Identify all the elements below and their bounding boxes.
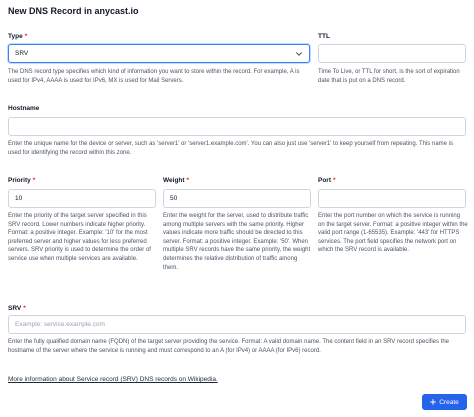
type-label: Type * [8,33,27,40]
priority-label-text: Priority [8,177,31,184]
srv-target-placeholder: Example: service.example.com [15,321,105,328]
port-label: Port * [318,177,336,184]
type-help-text: The DNS record type specifies which kind… [8,69,300,84]
weight-label-text: Weight [163,177,185,184]
ttl-input[interactable] [318,44,466,63]
srv-label-text: SRV [8,305,22,312]
type-label-text: Type [8,33,23,40]
srv-wikipedia-link[interactable]: More information about Service record (S… [8,376,218,383]
priority-input[interactable]: 10 [8,189,156,208]
hostname-input[interactable] [8,117,466,136]
new-dns-record-dialog: New DNS Record in anycast.io Type * SRV T… [0,0,474,417]
port-label-text: Port [318,177,331,184]
type-select-value: SRV [15,50,29,57]
srv-required-mark: * [23,305,26,312]
port-help-text: Enter the port number on which the servi… [318,213,468,254]
port-input[interactable] [318,189,466,208]
hostname-label-text: Hostname [8,105,40,112]
weight-required-mark: * [186,177,190,184]
srv-help-text: Enter the fully qualified domain name (F… [8,339,449,354]
create-button-label: Create [439,398,459,406]
create-button[interactable]: Create [422,394,467,410]
weight-label: Weight * [163,177,189,184]
chevron-down-icon [296,52,302,56]
srv-label: SRV * [8,305,26,312]
priority-input-value: 10 [15,195,23,202]
type-required-mark: * [24,33,28,40]
priority-label: Priority * [8,177,35,184]
weight-input[interactable]: 50 [163,189,311,208]
hostname-label: Hostname [8,105,39,112]
srv-target-input[interactable]: Example: service.example.com [8,315,466,334]
port-required-mark: * [333,177,336,184]
ttl-help-text: Time To Live, or TTL for short, is the s… [318,69,460,84]
ttl-label-text: TTL [318,33,330,40]
type-select[interactable]: SRV [8,44,310,63]
dialog-title: New DNS Record in anycast.io [8,6,139,16]
ttl-label: TTL [318,33,330,40]
priority-required-mark: * [32,177,36,184]
priority-help-text: Enter the priority of the target server … [8,213,151,262]
plus-icon [430,399,437,405]
weight-help-text: Enter the weight for the server, used to… [163,213,311,271]
hostname-help-text: Enter the unique name for the device or … [8,141,453,156]
weight-input-value: 50 [170,195,178,202]
